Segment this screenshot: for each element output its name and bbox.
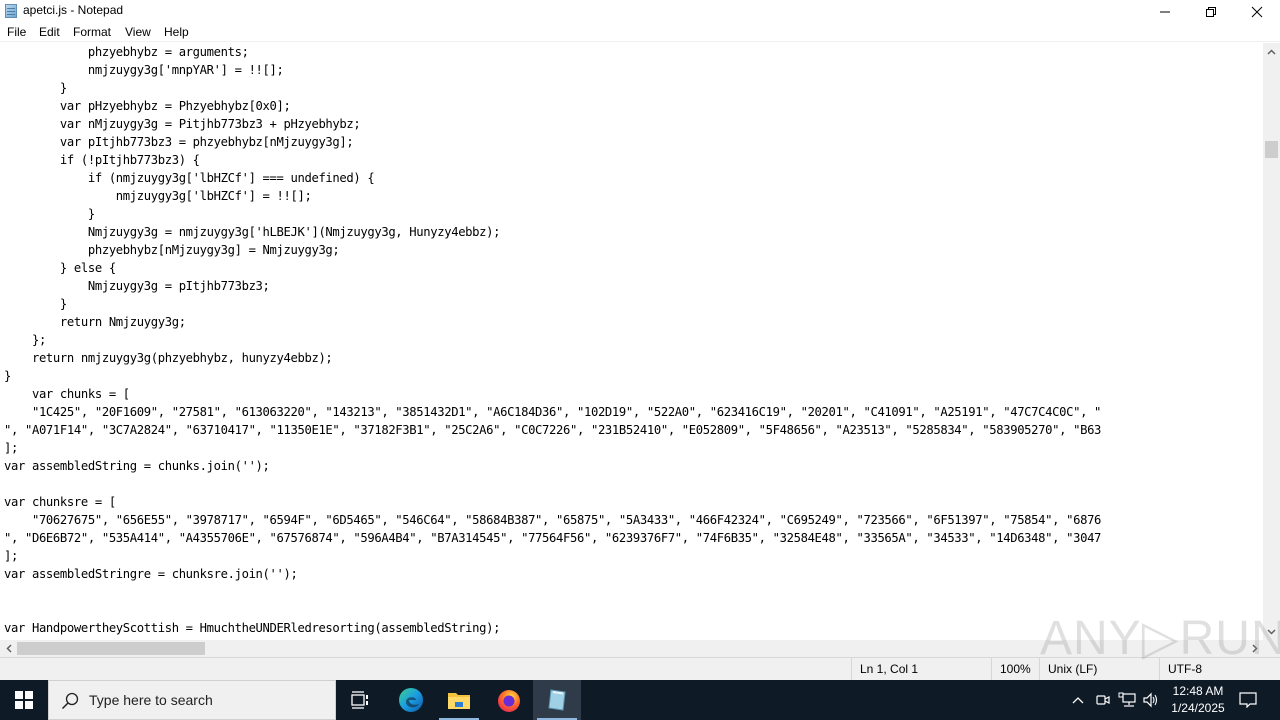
code-line: var assembledString = chunks.join(''); <box>4 459 270 473</box>
scrollbar-corner <box>1263 640 1280 657</box>
taskbar: Type here to search 12:48 AM 1/24/2025 <box>0 680 1280 720</box>
code-line: var pItjhb773bz3 = phzyebhybz[nMjzuygy3g… <box>4 135 354 149</box>
chevron-up-icon <box>1267 48 1276 55</box>
code-line: phzyebhybz = arguments; <box>4 45 249 59</box>
title-bar: apetci.js - Notepad <box>0 0 1280 23</box>
restore-icon <box>1206 6 1216 17</box>
firefox-icon <box>498 690 520 712</box>
volume-icon <box>1143 692 1158 708</box>
chevron-right-icon <box>1251 644 1258 653</box>
code-line: Nmjzuygy3g = nmjzuygy3g['hLBEJK'](Nmjzuy… <box>4 225 501 239</box>
notepad-window: apetci.js - Notepad File Edit Format Vie… <box>0 0 1280 680</box>
code-line: nmjzuygy3g['mnpYAR'] = !![]; <box>4 63 284 77</box>
code-line: var assembledStringre = chunksre.join(''… <box>4 567 298 581</box>
code-line: ", "A071F14", "3C7A2824", "63710417", "1… <box>4 423 1102 437</box>
notification-icon <box>1239 692 1257 708</box>
windows-logo-icon <box>15 691 33 709</box>
line-ending: Unix (LF) <box>1039 658 1159 680</box>
show-hidden-icons-button[interactable] <box>1068 680 1088 720</box>
code-line: if (!pItjhb773bz3) { <box>4 153 200 167</box>
taskbar-file-explorer[interactable] <box>435 680 483 720</box>
restore-button[interactable] <box>1188 0 1234 23</box>
chevron-left-icon <box>5 644 12 653</box>
code-line: var pHzyebhybz = Phzyebhybz[0x0]; <box>4 99 291 113</box>
search-placeholder: Type here to search <box>89 692 213 708</box>
menu-file[interactable]: File <box>7 25 26 39</box>
encoding: UTF-8 <box>1159 658 1280 680</box>
menu-bar: File Edit Format View Help <box>0 23 1280 42</box>
code-line: } <box>4 369 11 383</box>
start-button[interactable] <box>0 680 48 720</box>
clock-time: 12:48 AM <box>1172 684 1224 698</box>
menu-format[interactable]: Format <box>73 25 111 39</box>
clock-date: 1/24/2025 <box>1171 701 1225 715</box>
edge-icon <box>399 688 423 712</box>
network-icon <box>1118 692 1136 707</box>
code-line: ", "D6E6B72", "535A414", "A4355706E", "6… <box>4 531 1102 545</box>
code-line: }; <box>4 333 46 347</box>
minimize-icon <box>1160 11 1170 12</box>
code-line: Nmjzuygy3g = pItjhb773bz3; <box>4 279 270 293</box>
code-line: if (nmjzuygy3g['lbHZCf'] === undefined) … <box>4 171 375 185</box>
vertical-scroll-thumb[interactable] <box>1265 141 1278 158</box>
code-line: ]; <box>4 549 18 563</box>
chevron-up-icon <box>1072 697 1084 704</box>
tray-network[interactable] <box>1116 680 1138 720</box>
taskbar-firefox[interactable] <box>485 680 533 720</box>
code-line: } <box>4 207 95 221</box>
taskbar-edge[interactable] <box>387 680 435 720</box>
status-bar: Ln 1, Col 1 100% Unix (LF) UTF-8 <box>0 657 1280 680</box>
code-line: "70627675", "656E55", "3978717", "6594F"… <box>4 513 1102 527</box>
taskbar-task-view[interactable] <box>336 680 384 720</box>
code-line: "1C425", "20F1609", "27581", "613063220"… <box>4 405 1102 419</box>
menu-view[interactable]: View <box>125 25 151 39</box>
menu-help[interactable]: Help <box>164 25 189 39</box>
close-button[interactable] <box>1234 0 1280 23</box>
code-line: } <box>4 81 67 95</box>
menu-edit[interactable]: Edit <box>39 25 60 39</box>
code-line: var chunks = [ <box>4 387 130 401</box>
scroll-up-button[interactable] <box>1263 43 1280 60</box>
code-line: } else { <box>4 261 116 275</box>
tray-camera[interactable] <box>1093 680 1113 720</box>
code-line: var HandpowertheyScottish = HmuchtheUNDE… <box>4 621 501 635</box>
taskbar-notepad[interactable] <box>533 680 581 720</box>
code-line: var nMjzuygy3g = Pitjhb773bz3 + pHzyebhy… <box>4 117 361 131</box>
horizontal-scrollbar[interactable] <box>0 640 1263 657</box>
code-line: return Nmjzuygy3g; <box>4 315 186 329</box>
scroll-down-button[interactable] <box>1263 623 1280 640</box>
vertical-scrollbar[interactable] <box>1263 43 1280 640</box>
horizontal-scroll-thumb[interactable] <box>17 642 205 655</box>
chevron-down-icon <box>1267 628 1276 635</box>
scroll-right-button[interactable] <box>1246 640 1263 657</box>
taskbar-clock[interactable]: 12:48 AM 1/24/2025 <box>1162 683 1234 717</box>
search-icon <box>61 692 79 710</box>
code-line: nmjzuygy3g['lbHZCf'] = !![]; <box>4 189 312 203</box>
taskbar-search-box[interactable]: Type here to search <box>48 680 336 720</box>
minimize-button[interactable] <box>1142 0 1188 23</box>
window-title: apetci.js - Notepad <box>23 3 124 17</box>
scroll-left-button[interactable] <box>0 640 17 657</box>
code-line: var chunksre = [ <box>4 495 116 509</box>
code-line: } <box>4 297 67 311</box>
camera-icon <box>1096 695 1110 705</box>
zoom-level: 100% <box>991 658 1039 680</box>
task-view-icon <box>351 691 368 709</box>
cursor-position: Ln 1, Col 1 <box>851 658 991 680</box>
code-line: ]; <box>4 441 18 455</box>
text-editor[interactable]: phzyebhybz = arguments; nmjzuygy3g['mnpY… <box>0 43 1263 640</box>
code-line: return nmjzuygy3g(phzyebhybz, hunyzy4ebb… <box>4 351 333 365</box>
notepad-icon <box>5 4 17 18</box>
code-line: phzyebhybz[nMjzuygy3g] = Nmjzuygy3g; <box>4 243 340 257</box>
close-icon <box>1251 6 1263 17</box>
action-center-button[interactable] <box>1236 680 1260 720</box>
notepad-icon <box>548 689 566 711</box>
folder-icon <box>448 693 470 709</box>
tray-volume[interactable] <box>1140 680 1162 720</box>
